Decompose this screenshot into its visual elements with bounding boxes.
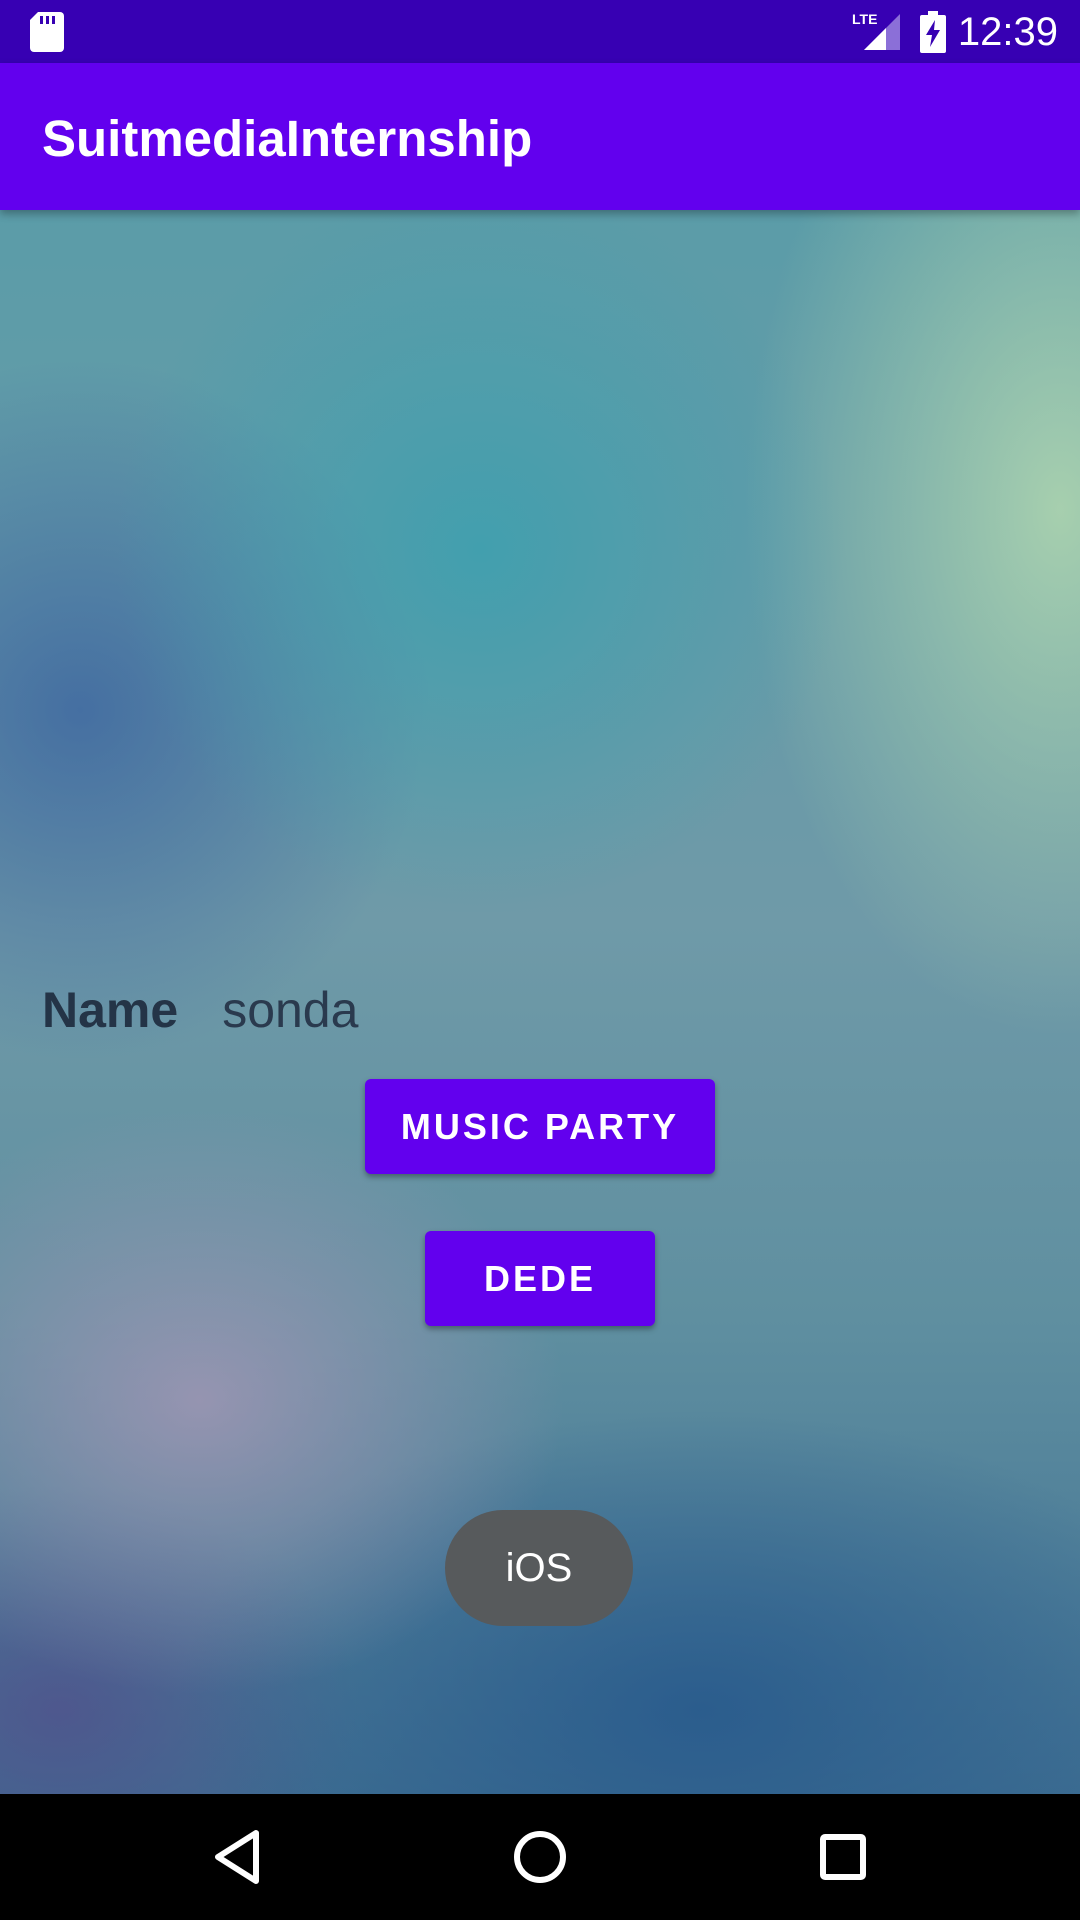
home-button[interactable] (460, 1794, 620, 1920)
name-label: Name (42, 982, 179, 1038)
battery-charging-icon (920, 11, 946, 53)
status-bar: LTE 12:39 (0, 0, 1080, 63)
app-bar: SuitmediaInternship (0, 63, 1080, 210)
navigation-bar (0, 1794, 1080, 1920)
app-title: SuitmediaInternship (42, 110, 533, 167)
toast-message: iOS (445, 1510, 633, 1626)
svg-text:LTE: LTE (852, 11, 877, 27)
main-content: Name sonda MUSIC PARTY DEDE iOS (0, 210, 1080, 1794)
name-row: Name sonda (42, 970, 358, 1050)
music-party-button[interactable]: MUSIC PARTY (365, 1079, 715, 1174)
sd-card-icon (30, 12, 64, 52)
recents-button[interactable] (763, 1794, 923, 1920)
name-value: sonda (222, 982, 359, 1038)
status-time: 12:39 (957, 10, 1058, 54)
back-button[interactable] (157, 1794, 317, 1920)
lte-signal-icon: LTE (852, 11, 900, 50)
home-icon (514, 1831, 566, 1883)
back-icon (215, 1830, 259, 1884)
recents-icon (820, 1834, 866, 1880)
dede-button[interactable]: DEDE (425, 1231, 655, 1326)
